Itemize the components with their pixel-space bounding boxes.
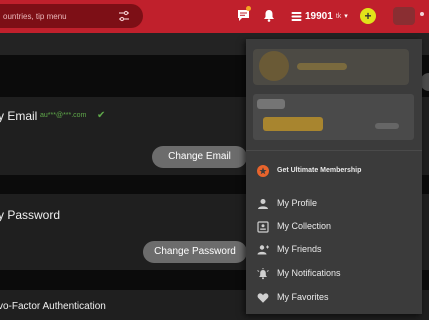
menu-divider: [246, 150, 422, 151]
profile-summary[interactable]: [253, 49, 409, 85]
menu-item-my-profile[interactable]: My Profile: [246, 193, 422, 215]
bell-icon[interactable]: [263, 9, 275, 22]
menu-item-label: My Profile: [277, 198, 318, 208]
messages-badge: [246, 6, 251, 11]
filter-icon[interactable]: [117, 9, 131, 23]
coin-amount: 19901: [305, 10, 333, 22]
avatar-menu-indicator[interactable]: [420, 12, 424, 16]
user-icon: [258, 199, 268, 209]
two-factor-title: vo-Factor Authentication: [0, 301, 106, 312]
menu-item-label: My Favorites: [277, 292, 329, 302]
membership-summary[interactable]: [253, 94, 414, 140]
menu-item-label: My Notifications: [277, 268, 341, 278]
user-dropdown-menu: Get Ultimate Membership My Profile My Co…: [246, 39, 422, 314]
membership-label-redacted: [257, 99, 285, 109]
email-title: y Email: [0, 109, 38, 123]
coins-icon: [291, 11, 302, 21]
menu-item-my-notifications[interactable]: My Notifications: [246, 263, 422, 285]
search-box[interactable]: [0, 4, 143, 28]
email-masked-value: au***@***.com: [40, 112, 87, 119]
avatar[interactable]: [393, 7, 415, 25]
membership-label: Get Ultimate Membership: [277, 167, 362, 174]
membership-badge-redacted: [263, 117, 323, 131]
menu-item-my-friends[interactable]: My Friends: [246, 239, 422, 261]
notifications-icon: [257, 268, 269, 280]
change-password-button[interactable]: Change Password: [143, 241, 247, 263]
membership-detail-redacted: [375, 123, 399, 129]
verified-check-icon: ✔: [97, 110, 106, 121]
menu-item-label: My Collection: [277, 221, 332, 231]
friends-icon: [257, 245, 269, 255]
coin-balance[interactable]: 19901 tk ▾: [291, 9, 348, 23]
heart-icon: [257, 293, 269, 303]
get-ultimate-membership-item[interactable]: Get Ultimate Membership: [246, 160, 422, 182]
change-email-button[interactable]: Change Email: [152, 146, 247, 168]
add-coins-button[interactable]: +: [360, 8, 376, 24]
profile-name-redacted: [297, 63, 347, 70]
coin-unit: tk: [335, 12, 342, 20]
menu-item-my-favorites[interactable]: My Favorites: [246, 287, 422, 309]
top-bar: 19901 tk ▾ +: [0, 0, 429, 33]
search-input[interactable]: [3, 9, 111, 23]
password-title: y Password: [0, 208, 61, 222]
menu-item-label: My Friends: [277, 244, 322, 254]
profile-avatar: [259, 51, 289, 81]
collection-icon: [257, 221, 269, 233]
chevron-down-icon: ▾: [344, 13, 348, 20]
star-badge-icon: [257, 165, 269, 177]
menu-item-my-collection[interactable]: My Collection: [246, 216, 422, 238]
